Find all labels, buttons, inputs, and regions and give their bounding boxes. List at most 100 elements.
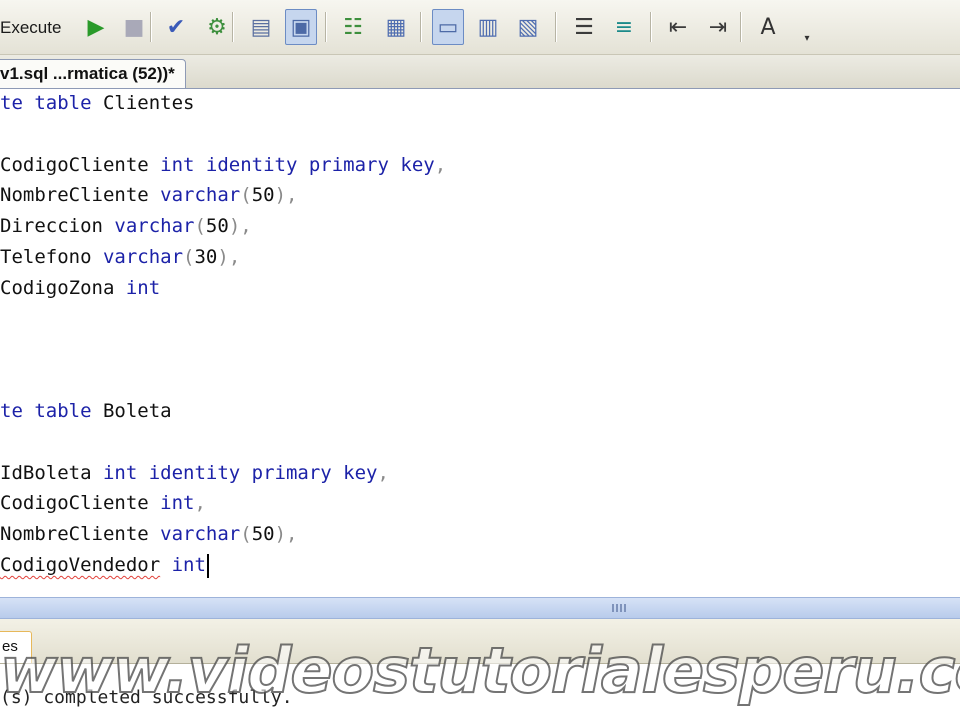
include-plan-icon[interactable]: ▣ [285,9,317,45]
parse-checkmark-icon[interactable]: ✔ [160,9,192,45]
execute-button[interactable]: Execute [0,16,65,40]
code-token: NombreCliente [0,523,161,545]
toolbar-separator [740,12,741,42]
sql-keyword: varchar [160,184,241,206]
code-token: Telefono [0,246,103,268]
status-message: (s) completed successfully. [0,687,293,708]
sql-keyword: table [34,92,92,114]
comment-icon-glyph: ▥ [477,14,499,40]
sql-keyword: int identity primary key [102,462,378,484]
sql-keyword: varchar [114,215,195,237]
query-editor[interactable]: te table Clientes CodigoCliente int ident… [0,89,960,597]
tab-messages[interactable]: es [0,631,32,663]
comment-icon[interactable]: ▥ [472,9,504,45]
specify-values-icon[interactable]: A [752,9,784,45]
code-token: 50 [251,184,275,206]
code-token: Clientes [91,92,195,114]
code-token: ), [217,246,241,268]
display-plan-icon[interactable]: ⚙ [201,9,233,45]
increase-indent-icon-glyph: ≡ [614,14,634,40]
results-to-file-icon-glyph: ▭ [437,14,459,40]
code-line: NombreCliente varchar(50), [0,521,297,547]
code-token: ( [183,246,195,268]
code-token: CodigoZona [0,277,126,299]
toolbar-separator [650,12,651,42]
code-token: ( [194,215,206,237]
results-pane: es (s) completed successfully. [0,619,960,720]
pane-splitter[interactable] [0,597,960,619]
code-token: ( [240,523,252,545]
code-token: ), [274,184,298,206]
sql-keyword: int [160,492,195,514]
uncomment-icon[interactable]: ▧ [512,9,544,45]
text-caret [206,553,209,578]
results-to-grid-icon-glyph: ▦ [385,14,407,40]
code-token: 30 [194,246,218,268]
code-token: , [194,492,206,514]
include-plan-icon-glyph: ▣ [290,14,312,40]
code-line: Telefono varchar(30), [0,244,240,270]
outdent-icon-glyph: ⇤ [668,14,688,40]
decrease-indent-icon-glyph: ☰ [574,14,594,40]
toolbar-overflow-icon[interactable]: ▾ [800,30,814,48]
code-line: te table Clientes [0,90,194,116]
run-icon[interactable]: ▶ [80,9,112,45]
toolbar-separator [325,12,326,42]
toolbar-separator [555,12,556,42]
code-line: CodigoCliente int, [0,490,206,516]
sql-keyword: varchar [102,246,184,268]
toolbar-separator [420,12,421,42]
results-to-grid-icon[interactable]: ▦ [380,9,412,45]
toolbar-separator [150,12,151,42]
code-token: ), [228,215,252,237]
code-token: 50 [205,215,229,237]
sql-keyword: te [0,92,35,114]
stop-icon-glyph: ■ [123,14,145,40]
code-token: CodigoCliente [0,154,161,176]
sql-keyword: varchar [160,523,241,545]
code-token: Boleta [91,400,172,422]
code-line: NombreCliente varchar(50), [0,182,297,208]
uncomment-icon-glyph: ▧ [517,14,539,40]
code-token: NombreCliente [0,184,161,206]
run-icon-glyph: ▶ [87,14,105,40]
code-line: Direccion varchar(50), [0,213,252,239]
stop-icon[interactable]: ■ [118,9,150,45]
splitter-grip-icon[interactable] [612,604,626,612]
sql-keyword: int [125,277,161,299]
query-designer-icon[interactable]: ▤ [245,9,277,45]
increase-indent-icon[interactable]: ≡ [608,9,640,45]
display-plan-icon-glyph: ⚙ [207,14,227,40]
code-line: CodigoZona int [0,275,160,301]
code-token: 50 [251,523,275,545]
decrease-indent-icon[interactable]: ☰ [568,9,600,45]
sql-keyword: int [171,554,206,576]
sql-keyword: te [0,400,35,422]
code-token: ), [274,523,298,545]
specify-values-icon-glyph: A [760,14,776,40]
parse-checkmark-icon-glyph: ✔ [166,14,186,40]
sql-keyword: int identity primary key [160,154,435,176]
code-line: IdBoleta int identity primary key, [0,460,389,486]
query-designer-icon-glyph: ▤ [250,14,272,40]
results-to-file-icon[interactable]: ▭ [432,9,464,45]
code-line: CodigoCliente int identity primary key, [0,152,446,178]
code-token: CodigoCliente [0,492,161,514]
results-tab-bar: es [0,619,960,664]
code-token: , [377,462,389,484]
indent-icon[interactable]: ⇥ [702,9,734,45]
results-to-text-icon-glyph: ☷ [343,14,363,40]
query-document-tab[interactable]: v1.sql ...rmatica (52))* [0,59,186,88]
results-to-text-icon[interactable]: ☷ [337,9,369,45]
code-token: CodigoVendedor [0,554,161,576]
code-token: IdBoleta [0,462,103,484]
outdent-icon[interactable]: ⇤ [662,9,694,45]
messages-panel: (s) completed successfully. [0,664,960,720]
indent-icon-glyph: ⇥ [708,14,728,40]
sql-editor-toolbar: Execute ▶ ■ ✔ ⚙ ▤ ▣ ☷ ▦ ▭ ▥ ▧ ☰ ≡ ⇤ ⇥ A ▾ [0,0,960,55]
code-line: te table Boleta [0,398,172,424]
code-token: , [434,154,447,176]
sql-keyword: table [34,400,92,422]
code-token: ( [240,184,252,206]
